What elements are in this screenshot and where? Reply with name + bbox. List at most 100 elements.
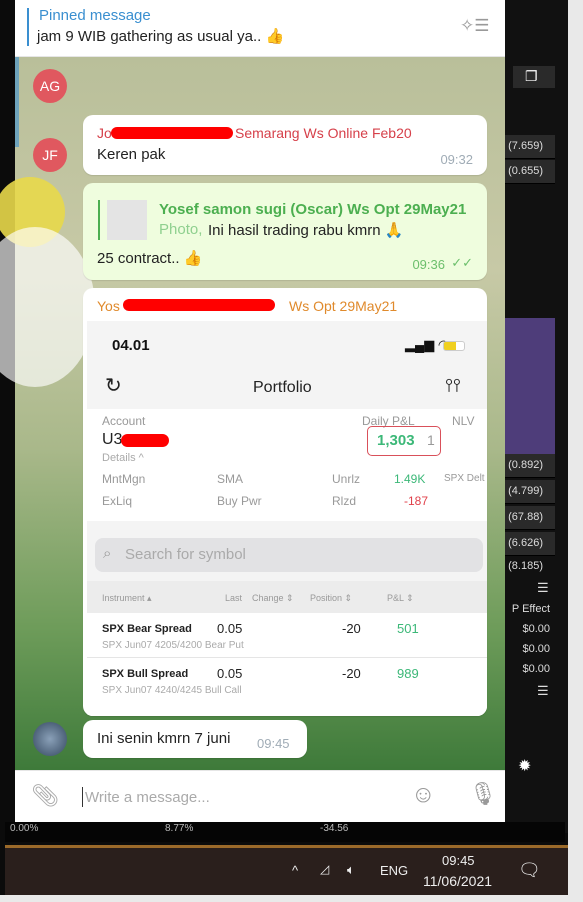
bg-value: (4.799) [508, 485, 543, 497]
restore-window-icon[interactable]: ❐ [525, 68, 538, 85]
nlv-label: NLV [452, 414, 475, 428]
column-header: Last [225, 593, 243, 603]
volume-icon[interactable]: 🔈︎ [347, 862, 355, 878]
sender-name: Semarang Ws Online Feb20 [235, 125, 412, 141]
bg-bottom-row: 0.00% 8.77% -34.56 [5, 822, 565, 842]
column-header: Change ⇕ [252, 593, 294, 603]
pinned-message-bar[interactable]: Pinned message jam 9 WIB gathering as us… [15, 0, 505, 57]
position: -20 [342, 621, 361, 636]
stat-value: -187 [404, 494, 429, 508]
message-bubble[interactable]: Jo Semarang Ws Online Feb20 Keren pak 09… [83, 115, 487, 175]
message-placeholder: Write a message... [85, 789, 210, 806]
refresh-icon: ↻ [105, 375, 122, 397]
message-text: Ini senin kmrn 7 juni [97, 730, 231, 747]
message-text: 25 contract.. 👍 [97, 250, 203, 267]
search-placeholder: Search for symbol [125, 546, 246, 563]
stat-label: Unrlz [332, 472, 361, 486]
list-icon[interactable]: ☰ [537, 683, 549, 699]
effect-value: $0.00 [522, 623, 550, 635]
screen-title: Portfolio [253, 379, 312, 396]
bg-cell: -34.56 [320, 823, 349, 834]
network-icon[interactable]: ◿ [320, 862, 329, 876]
redaction [111, 127, 233, 139]
redaction [123, 299, 275, 311]
message-text: Keren pak [97, 146, 166, 163]
stat-label: ExLiq [102, 494, 133, 508]
sender-name: Ws Opt 29May21 [289, 298, 398, 314]
clock-date[interactable]: 11/06/2021 [423, 873, 492, 889]
stat-label: SPX Delt [444, 473, 485, 484]
details-toggle: Details ^ [102, 452, 144, 464]
gear-icon[interactable]: ✹ [518, 756, 531, 776]
battery-icon [443, 341, 465, 351]
show-hidden-icons-chevron-icon[interactable]: ^ [292, 863, 298, 878]
bg-value: (8.185) [508, 560, 543, 572]
message-bubble[interactable]: Yosef samon sugi (Oscar) Ws Opt 29May21 … [83, 183, 487, 280]
reply-thumbnail [107, 200, 147, 240]
table-row: SPX Bull Spread SPX Jun07 4240/4245 Bull… [87, 658, 487, 703]
column-header: Instrument ▴ [102, 593, 152, 603]
instrument-desc: SPX Jun07 4240/4245 Bull Call [102, 685, 242, 696]
account-label: Account [102, 414, 146, 428]
stat-value: 1.49K [394, 472, 426, 486]
emoji-icon[interactable]: ☺ [411, 781, 436, 809]
reply-text: Ini hasil trading rabu kmrn 🙏 [208, 222, 404, 239]
message-input[interactable]: Write a message... [67, 781, 397, 813]
settings-sliders-icon: ⫯⫯ [445, 375, 461, 395]
reply-sender: Yosef samon sugi (Oscar) Ws Opt 29May21 [159, 201, 467, 218]
avatar[interactable]: AG [33, 69, 67, 103]
sender-name-prefix: Jo [97, 125, 112, 141]
attach-paperclip-icon[interactable]: 📎︎ [31, 783, 59, 809]
last-price: 0.05 [217, 621, 243, 636]
message-bubble[interactable]: Ini senin kmrn 7 juni 09:45 [83, 720, 307, 758]
notifications-icon[interactable]: 🗨︎ [518, 860, 541, 881]
pinned-list-icon[interactable]: ✧☰ [460, 16, 489, 36]
pnl: 989 [397, 666, 419, 681]
instrument-name: SPX Bear Spread [102, 623, 192, 635]
avatar[interactable]: JF [33, 138, 67, 172]
reply-kind: Photo, [159, 221, 203, 238]
position: -20 [342, 666, 361, 681]
bg-value: (0.655) [508, 165, 543, 177]
effect-header: P Effect [511, 603, 550, 615]
stat-label: Rlzd [332, 494, 357, 508]
pinned-title: Pinned message [39, 7, 151, 24]
bg-value: (67.88) [508, 511, 543, 523]
column-header: P&L ⇕ [387, 593, 414, 603]
account-value: U3 [102, 431, 123, 448]
instrument-desc: SPX Jun07 4205/4200 Bear Put [102, 640, 244, 651]
effect-value: $0.00 [522, 663, 550, 675]
read-checkmarks-icon: ✓✓ [451, 255, 473, 270]
stat-label: Buy Pwr [217, 494, 262, 508]
microphone-icon[interactable]: 🎙︎ [469, 781, 497, 807]
last-price: 0.05 [217, 666, 243, 681]
message-time: 09:36 [412, 257, 445, 272]
search-icon: ⌕ [103, 545, 112, 562]
portfolio-screenshot[interactable]: 04.01 ▂▄▆ ◠ ↻ Portfolio ⫯⫯ Account U3 Da… [87, 321, 487, 716]
chart-highlight [505, 318, 555, 455]
user-photo-avatar[interactable] [33, 722, 67, 756]
windows-taskbar: ^ ◿ 🔈︎ ENG 09:45 11/06/2021 🗨︎ [5, 845, 568, 895]
search-input: ⌕ Search for symbol [95, 538, 483, 572]
language-indicator[interactable]: ENG [380, 863, 408, 878]
instrument-name: SPX Bull Spread [102, 668, 189, 680]
bg-cell: 0.00% [10, 823, 39, 834]
scrollbar[interactable] [15, 57, 19, 147]
bg-value: (6.626) [508, 537, 543, 549]
list-icon[interactable]: ☰ [537, 580, 549, 596]
column-header: Position ⇕ [310, 593, 353, 603]
message-time: 09:45 [257, 736, 290, 751]
redaction [121, 434, 169, 447]
daily-pnl-value: 1,303 [377, 432, 415, 449]
photo-message-bubble[interactable]: Yos Ws Opt 29May21 04.01 ▂▄▆ ◠ ↻ Portfol… [83, 288, 487, 716]
effect-value: $0.00 [522, 643, 550, 655]
stat-label: MntMgn [102, 472, 146, 486]
stat-label: SMA [217, 472, 244, 486]
table-row: SPX Bear Spread SPX Jun07 4205/4200 Bear… [87, 613, 487, 658]
daily-pnl-suffix: 1 [427, 432, 435, 448]
bg-value: (7.659) [508, 140, 543, 152]
bg-value: (0.892) [508, 459, 543, 471]
message-composer: 📎︎ Write a message... ☺ 🎙︎ [15, 770, 505, 822]
clock-time[interactable]: 09:45 [442, 853, 475, 868]
phone-clock: 04.01 [112, 337, 150, 354]
